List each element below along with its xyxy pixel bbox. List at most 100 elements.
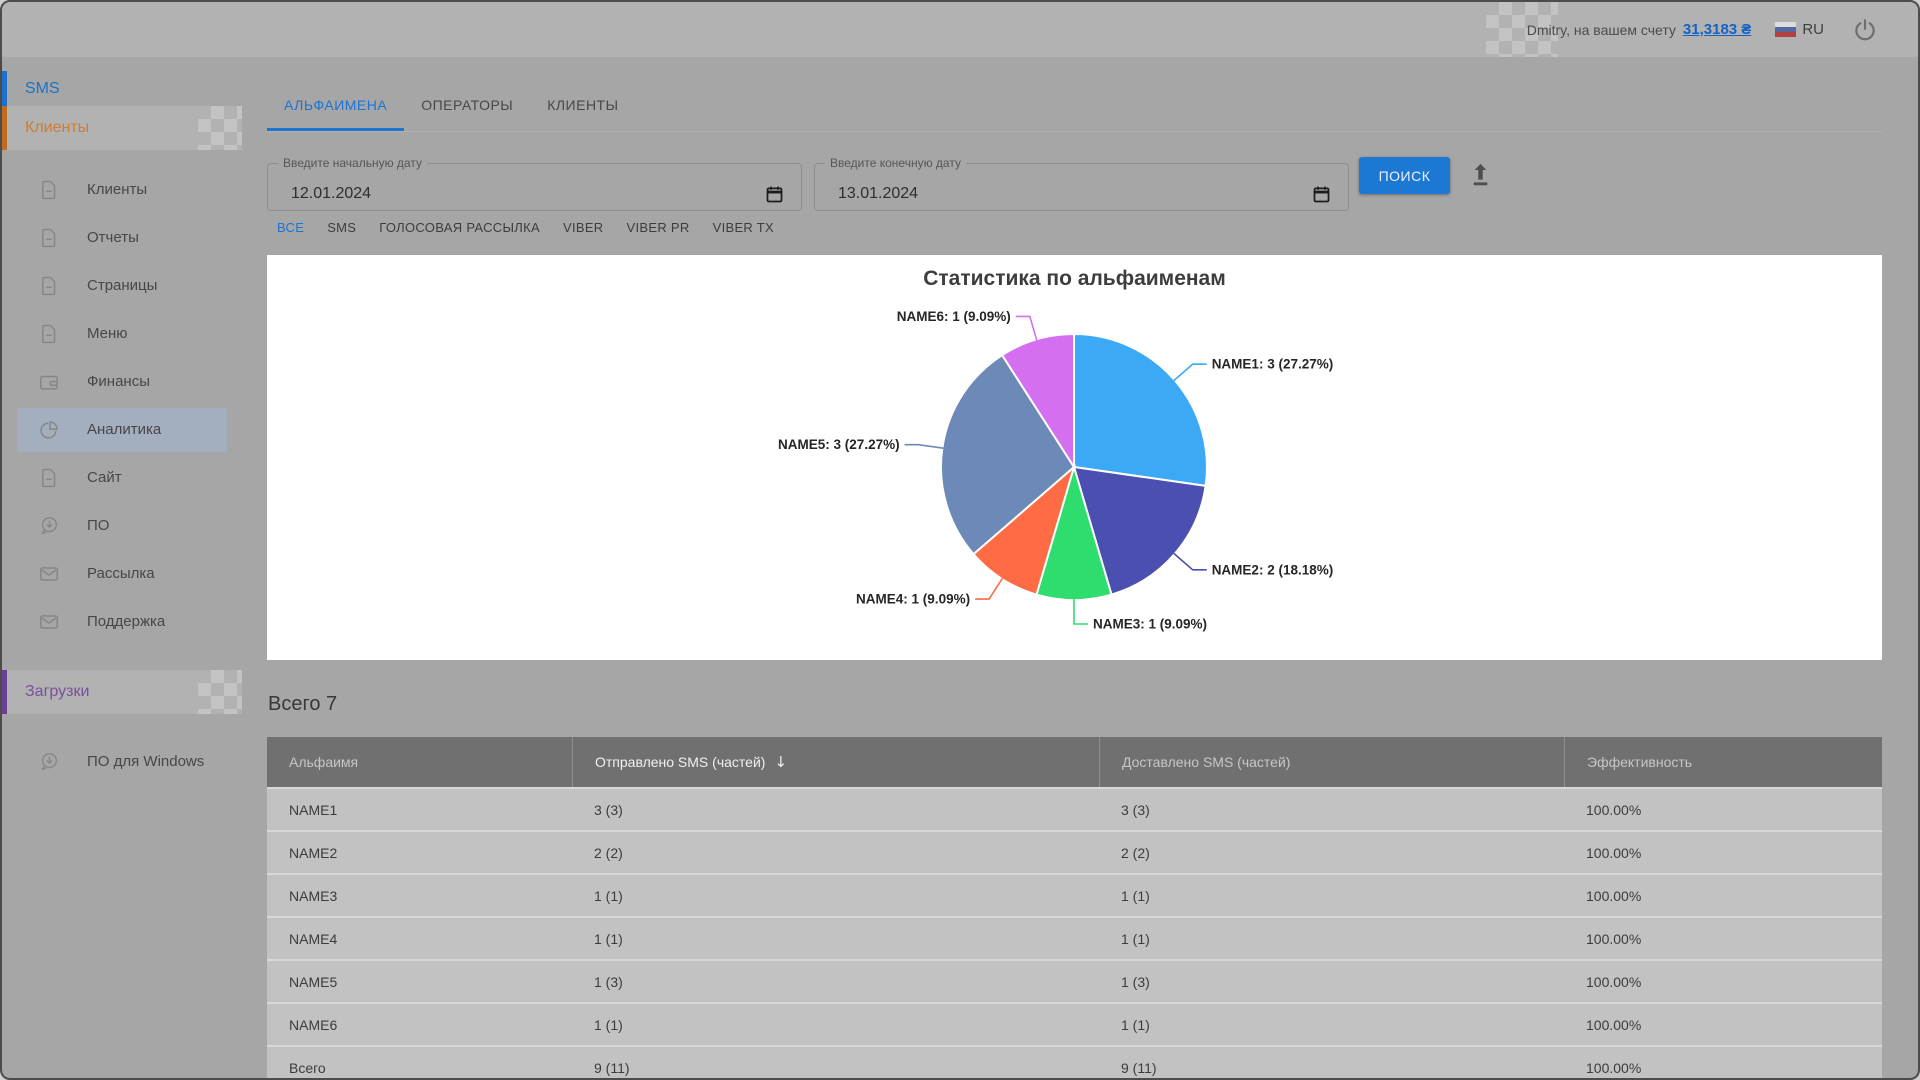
sidebar-section-sms[interactable]: SMS — [2, 71, 242, 106]
sidebar-section-downloads[interactable]: Загрузки — [2, 670, 242, 714]
pie-label-name4: NAME4: 1 (9.09%) — [856, 592, 970, 607]
tab-bar: АЛЬФАИМЕНА ОПЕРАТОРЫ КЛИЕНТЫ — [267, 79, 1882, 132]
stats-table: Альфаимя Отправлено SMS (частей) ↓ Доставле… — [267, 737, 1882, 1078]
tab-operators[interactable]: ОПЕРАТОРЫ — [404, 79, 530, 131]
table-cell: NAME4 — [289, 930, 338, 947]
transparency-checker — [198, 670, 242, 714]
pie-label-name5: NAME5: 3 (27.27%) — [778, 437, 900, 452]
sidebar-item-label: Рассылка — [87, 565, 155, 583]
balance-link[interactable]: 31,3183 ₴ — [1683, 21, 1751, 38]
sidebar-item-label: Сайт — [87, 469, 122, 487]
sidebar-item-label: Аналитика — [87, 421, 162, 439]
sidebar-item-menu[interactable]: Меню — [2, 310, 247, 358]
calendar-icon[interactable] — [764, 184, 785, 205]
table-cell: 100.00% — [1586, 844, 1642, 861]
table-cell: 1 (1) — [1121, 930, 1150, 947]
table-row-1: NAME2 2 (2) 2 (2) 100.00% — [267, 830, 1882, 873]
language-selector[interactable]: RU — [1802, 21, 1824, 38]
table-cell: 1 (1) — [594, 930, 623, 947]
table-cell: Всего — [289, 1059, 326, 1076]
upload-icon[interactable] — [1467, 161, 1494, 188]
download-icon — [38, 751, 60, 773]
channel-filter-bar: ВСЕ SMS ГОЛОСОВАЯ РАССЫЛКА VIBER VIBER PR VIB… — [277, 220, 774, 235]
channel-filter-4[interactable]: VIBER PR — [627, 220, 690, 235]
end-date-value[interactable]: 13.01.2024 — [838, 185, 918, 203]
logout-power-icon[interactable] — [1852, 17, 1878, 43]
column-header-2[interactable]: Доставлено SMS (частей) — [1099, 737, 1564, 787]
sidebar-item-label: Страницы — [87, 277, 158, 295]
sidebar-item-clients[interactable]: Клиенты — [2, 166, 247, 214]
sidebar-item-site[interactable]: Сайт — [2, 454, 247, 502]
sort-desc-icon: ↓ — [774, 753, 788, 771]
pie-chart: NAME1: 3 (27.27%) NAME2: 2 (18.18%) NAME3:… — [778, 309, 1334, 632]
sidebar-item-label: Клиенты — [87, 181, 148, 199]
sidebar-section-sms-label: SMS — [25, 79, 60, 97]
column-header-label: Альфаимя — [289, 754, 359, 770]
start-date-field[interactable]: Введите начальную дату 12.01.2024 — [267, 156, 802, 211]
table-cell: 9 (11) — [1121, 1059, 1157, 1076]
channel-filter-0[interactable]: ВСЕ — [277, 220, 304, 235]
table-cell: 1 (3) — [1121, 973, 1150, 990]
table-cell: NAME1 — [289, 801, 338, 818]
table-cell: NAME3 — [289, 887, 338, 904]
pie-leader-line — [1173, 363, 1207, 382]
document-icon — [38, 323, 60, 345]
table-cell: 100.00% — [1586, 930, 1642, 947]
table-row-5: NAME6 1 (1) 1 (1) 100.00% — [267, 1002, 1882, 1045]
column-header-0[interactable]: Альфаимя — [267, 737, 572, 787]
table-cell: 3 (3) — [1121, 801, 1150, 818]
pie-leader-line — [904, 443, 944, 449]
user-balance-text: Dmitry, на вашем счету — [1526, 21, 1676, 38]
sidebar-item-software[interactable]: ПО — [2, 502, 247, 550]
sidebar-item-finances[interactable]: Финансы — [2, 358, 247, 406]
tab-alphanames[interactable]: АЛЬФАИМЕНА — [267, 79, 404, 131]
wallet-icon — [38, 371, 60, 393]
sidebar-downloads-menu: ПО для Windows — [2, 727, 247, 797]
document-icon — [38, 467, 60, 489]
end-date-field[interactable]: Введите конечную дату 13.01.2024 — [814, 156, 1349, 211]
calendar-icon[interactable] — [1311, 184, 1332, 205]
channel-filter-1[interactable]: SMS — [327, 220, 356, 235]
start-date-value[interactable]: 12.01.2024 — [291, 185, 371, 203]
search-button[interactable]: ПОИСК — [1359, 157, 1450, 194]
table-footer-row: Всего 9 (11) 9 (11) 100.00% — [267, 1045, 1882, 1078]
pie-chart-icon — [38, 419, 60, 441]
chart-panel: Статистика по альфаименам NAME1: 3 (27.2… — [267, 255, 1882, 660]
sidebar-item-support[interactable]: Поддержка — [2, 598, 247, 646]
download-icon — [38, 515, 60, 537]
app-window: Dmitry, на вашем счету 31,3183 ₴ RU SMS … — [0, 0, 1920, 1080]
table-cell: 100.00% — [1586, 887, 1642, 904]
column-header-3[interactable]: Эффективность — [1564, 737, 1882, 787]
sidebar-item-software-windows[interactable]: ПО для Windows — [2, 727, 247, 797]
sidebar-item-reports[interactable]: Отчеты — [2, 214, 247, 262]
sidebar-section-downloads-label: Загрузки — [25, 683, 90, 700]
pie-label-name3: NAME3: 1 (9.09%) — [1093, 617, 1207, 632]
column-header-label: Отправлено SMS (частей) — [595, 754, 766, 770]
sidebar-item-pages[interactable]: Страницы — [2, 262, 247, 310]
table-cell: 1 (1) — [594, 887, 623, 904]
table-cell: 100.00% — [1586, 973, 1642, 990]
sidebar-menu: Клиенты Отчеты Страницы Меню Финансы Аналитик… — [2, 166, 247, 646]
channel-filter-5[interactable]: VIBER TX — [713, 220, 774, 235]
sidebar-item-analytics[interactable]: Аналитика — [2, 406, 247, 454]
channel-filter-2[interactable]: ГОЛОСОВАЯ РАССЫЛКА — [379, 220, 540, 235]
table-cell: 100.00% — [1586, 1059, 1642, 1076]
channel-filter-3[interactable]: VIBER — [563, 220, 604, 235]
pie-leader-line — [1173, 552, 1207, 571]
column-header-1[interactable]: Отправлено SMS (частей) ↓ — [572, 737, 1099, 787]
pie-slice-name1[interactable] — [1073, 332, 1208, 488]
sidebar-section-clients[interactable]: Клиенты — [2, 106, 242, 150]
table-cell: 9 (11) — [594, 1059, 630, 1076]
sidebar-item-label: ПО для Windows — [87, 753, 205, 771]
table-cell: 1 (3) — [594, 973, 623, 990]
table-cell: NAME5 — [289, 973, 338, 990]
document-icon — [38, 179, 60, 201]
pie-label-name2: NAME2: 2 (18.18%) — [1212, 562, 1334, 577]
sidebar-item-label: ПО — [87, 517, 110, 535]
filter-row: Введите начальную дату 12.01.2024 Введит… — [267, 156, 1882, 212]
sidebar-item-mailing[interactable]: Рассылка — [2, 550, 247, 598]
sidebar-item-label: Меню — [87, 325, 128, 343]
tab-clients[interactable]: КЛИЕНТЫ — [530, 79, 635, 131]
envelope-icon — [38, 563, 60, 585]
table-row-0: NAME1 3 (3) 3 (3) 100.00% — [267, 787, 1882, 830]
